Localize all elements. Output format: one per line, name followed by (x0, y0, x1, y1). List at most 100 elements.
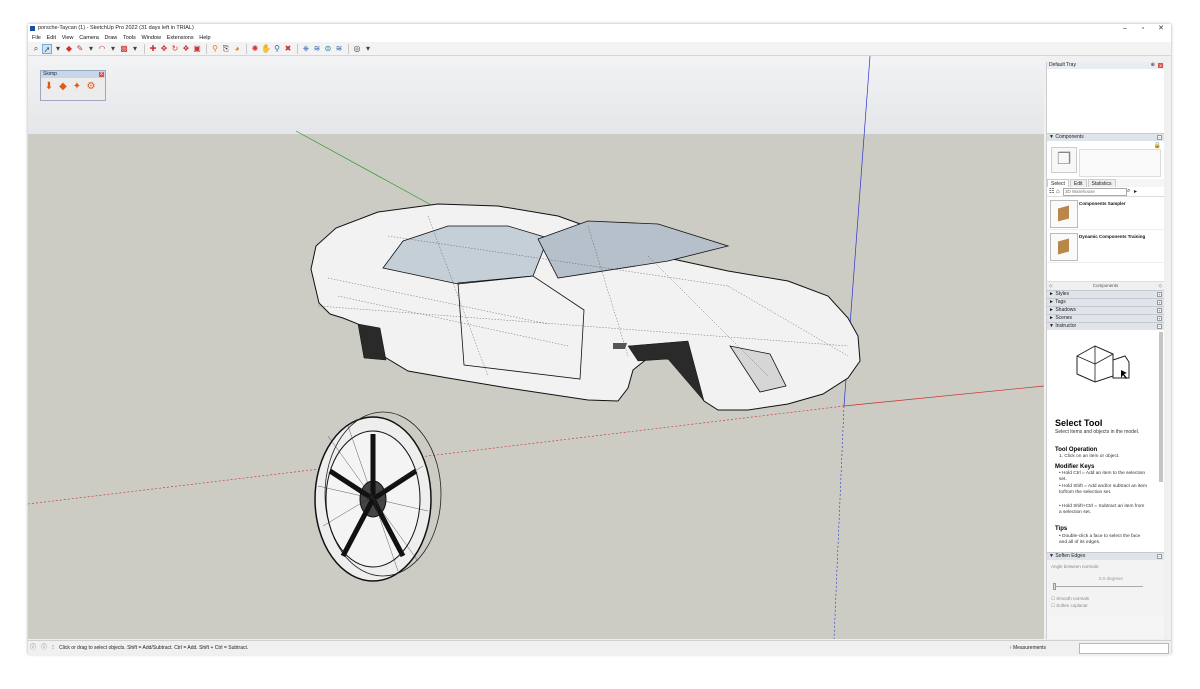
components-footer-label: Components (1092, 283, 1119, 288)
resize-left-icon[interactable]: ◇ (1049, 282, 1052, 290)
skimp-close-button[interactable]: x (99, 72, 104, 77)
view-options-icon[interactable]: ☷ (1049, 188, 1056, 195)
3d-warehouse-icon[interactable]: ⎈ (301, 44, 311, 54)
lock-icon[interactable]: 🔒 (1154, 142, 1161, 149)
tags-header[interactable]: ► Tags + (1047, 298, 1164, 306)
select-arrow-icon[interactable]: ➚ (42, 43, 52, 54)
green-axis (295, 130, 434, 207)
push-pull-icon[interactable]: ✚ (148, 44, 158, 54)
help-icon[interactable]: ⓘ (30, 641, 37, 655)
component-folder-icon (1050, 233, 1078, 261)
search-icon[interactable]: ⌕ (1127, 188, 1134, 195)
zoom-icon[interactable]: ⌕ (31, 44, 41, 54)
instructor-header[interactable]: ▼ Instructor − (1047, 322, 1164, 330)
tips-heading: Tips (1055, 526, 1068, 532)
pan-icon[interactable]: ✋ (261, 44, 271, 54)
window-title: porsche-Taycan (1) - SketchUp Pro 2022 (… (38, 25, 194, 31)
tray-close-button[interactable]: x (1158, 63, 1163, 68)
shape-rectangle-icon[interactable]: ▩ (119, 44, 129, 54)
toolbar-separator (297, 43, 298, 54)
menu-view[interactable]: View (62, 34, 74, 42)
toolbar-separator (144, 43, 145, 54)
angle-slider-handle[interactable] (1053, 583, 1056, 590)
dropdown-arrow-icon[interactable]: ▾ (108, 44, 118, 54)
scenes-header[interactable]: ► Scenes + (1047, 314, 1164, 322)
layout-icon[interactable]: ⊜ (323, 44, 333, 54)
details-arrow-icon[interactable]: ▸ (1134, 188, 1141, 195)
orbit-icon[interactable]: ✺ (250, 44, 260, 54)
zoom-tool-icon[interactable]: ⚲ (272, 44, 282, 54)
text-icon[interactable]: ⎘ (221, 44, 231, 54)
menu-camera[interactable]: Camera (79, 34, 99, 42)
tool-operation-text: 1. Click on an item or object. (1059, 454, 1120, 459)
list-item[interactable]: Dynamic Components Training (1047, 230, 1164, 263)
expand-icon[interactable]: + (1157, 316, 1162, 321)
paint-bucket-icon[interactable]: ◕ (232, 44, 242, 54)
dropdown-arrow-icon[interactable]: ▾ (130, 44, 140, 54)
home-icon[interactable]: ⌂ (1056, 189, 1063, 195)
menu-draw[interactable]: Draw (104, 34, 117, 42)
smooth-normals-checkbox[interactable]: ☐ Smooth normals (1051, 596, 1089, 602)
eraser-icon[interactable]: ◆ (64, 44, 74, 54)
minimize-icon[interactable]: − (1157, 135, 1162, 140)
styles-icon[interactable]: ≋ (334, 44, 344, 54)
arc-icon[interactable]: ◠ (97, 44, 107, 54)
skimp-settings-icon[interactable]: ⚙ (85, 81, 97, 93)
zoom-extents-icon[interactable]: ✖ (283, 44, 293, 54)
tab-select[interactable]: Select (1047, 179, 1069, 187)
follow-me-icon[interactable]: ❖ (181, 44, 191, 54)
skimp-model-icon[interactable]: ✦ (71, 81, 83, 93)
modifier-keys-heading: Modifier Keys (1055, 464, 1095, 470)
tape-measure-icon[interactable]: ⚲ (210, 44, 220, 54)
shadows-header[interactable]: ► Shadows + (1047, 306, 1164, 314)
menu-window[interactable]: Window (141, 34, 161, 42)
angle-slider-track[interactable] (1053, 586, 1143, 587)
minimize-button[interactable]: – (1118, 24, 1132, 34)
tab-statistics[interactable]: Statistics (1087, 179, 1116, 187)
extension-warehouse-icon[interactable]: ≋ (312, 44, 322, 54)
expand-icon[interactable]: + (1157, 300, 1162, 305)
rotate-icon[interactable]: ↻ (170, 44, 180, 54)
toolbar-separator (246, 43, 247, 54)
components-search-row: ☷ ⌂ ⌕ ▸ (1047, 187, 1164, 197)
menu-help[interactable]: Help (199, 34, 210, 42)
soften-edges-header[interactable]: ▼ Soften Edges − (1047, 552, 1164, 560)
model-viewport[interactable]: Skimp x ⬇ ◆ ✦ ⚙ (28, 56, 1044, 639)
pencil-line-icon[interactable]: ✎ (75, 44, 85, 54)
close-window-button[interactable]: ✕ (1154, 24, 1168, 34)
list-item[interactable]: Components Sampler (1047, 197, 1164, 230)
pin-icon[interactable]: ⊕ (1151, 62, 1155, 69)
warehouse-search-input[interactable] (1063, 187, 1127, 196)
dropdown-arrow-icon[interactable]: ▾ (363, 44, 373, 54)
restore-button[interactable]: ▫ (1136, 24, 1150, 34)
measurements-input[interactable] (1079, 643, 1169, 654)
styles-header[interactable]: ► Styles + (1047, 290, 1164, 298)
move-icon[interactable]: ✥ (159, 44, 169, 54)
components-header[interactable]: ▼ Components − (1047, 133, 1164, 141)
car-model[interactable] (310, 203, 861, 411)
skimp-reduce-icon[interactable]: ◆ (57, 81, 69, 93)
minimize-icon[interactable]: − (1157, 324, 1162, 329)
component-folder-icon (1050, 200, 1078, 228)
menu-extensions[interactable]: Extensions (167, 34, 194, 42)
menu-tools[interactable]: Tools (123, 34, 136, 42)
soften-coplanar-checkbox[interactable]: ☐ Soften coplanar (1051, 603, 1088, 609)
dropdown-arrow-icon[interactable]: ▾ (86, 44, 96, 54)
expand-icon[interactable]: + (1157, 308, 1162, 313)
menu-file[interactable]: File (32, 34, 41, 42)
skimp-toolbar: Skimp x ⬇ ◆ ✦ ⚙ (40, 70, 106, 101)
resize-right-icon[interactable]: ◇ (1159, 282, 1162, 290)
credits-icon[interactable]: ⓘ (41, 641, 48, 655)
account-icon[interactable]: ◎ (352, 44, 362, 54)
expand-icon[interactable]: + (1157, 292, 1162, 297)
scale-icon[interactable]: ▣ (192, 44, 202, 54)
components-tabs: Select Edit Statistics (1047, 179, 1164, 187)
instructor-scrollbar[interactable] (1159, 332, 1163, 482)
menu-edit[interactable]: Edit (47, 34, 56, 42)
skimp-import-icon[interactable]: ⬇ (43, 81, 55, 93)
wheel-model[interactable] (314, 411, 442, 582)
dropdown-arrow-icon[interactable]: ▾ (53, 44, 63, 54)
skimp-title: Skimp x (41, 71, 105, 78)
tab-edit[interactable]: Edit (1069, 179, 1087, 187)
minimize-icon[interactable]: − (1157, 554, 1162, 559)
